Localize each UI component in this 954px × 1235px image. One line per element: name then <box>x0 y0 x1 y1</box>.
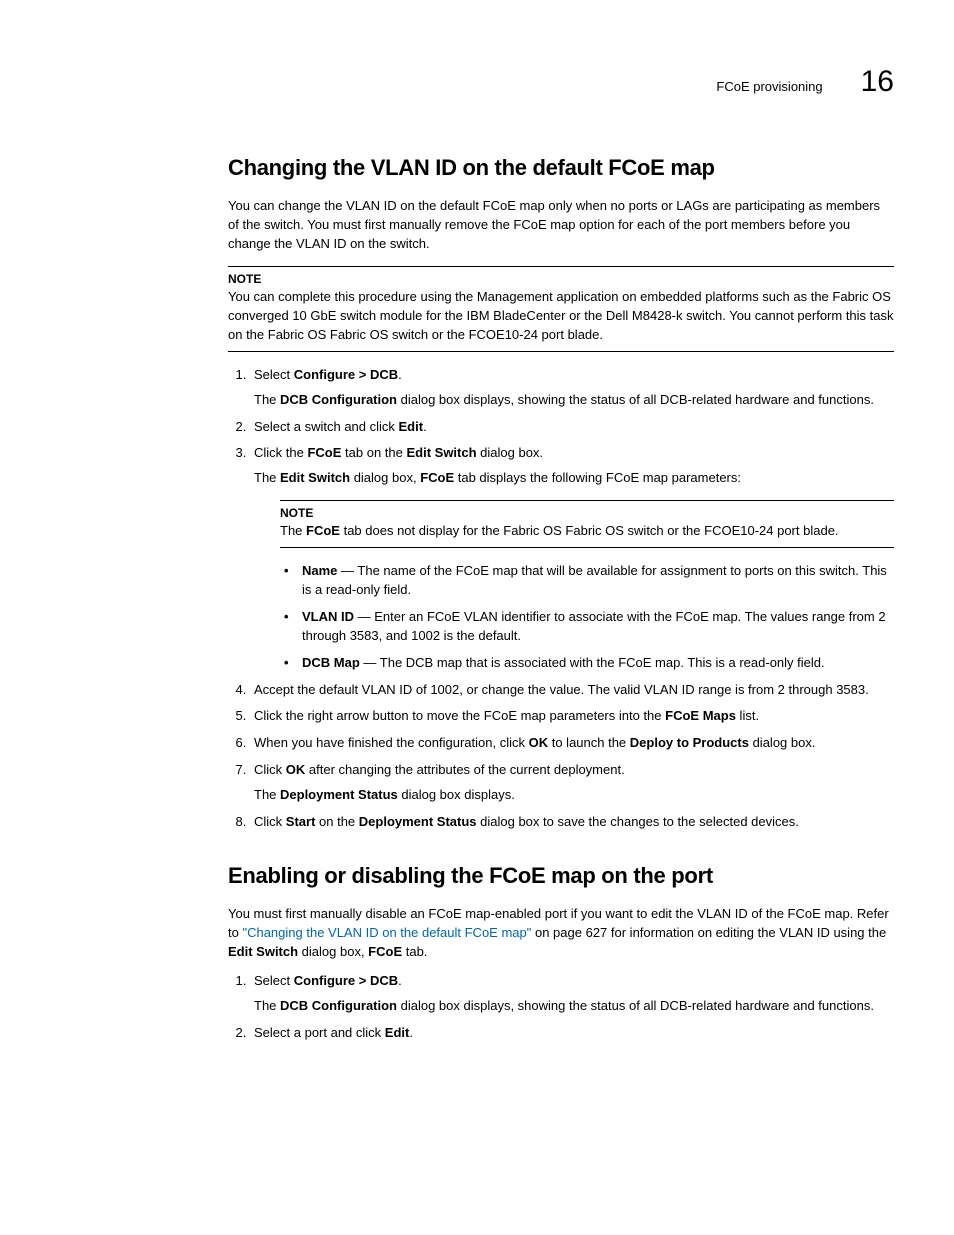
step-bold: Configure > DCB <box>294 973 398 988</box>
cross-reference-link[interactable]: "Changing the VLAN ID on the default FCo… <box>242 925 531 940</box>
t: DCB Configuration <box>280 392 397 407</box>
step-text: dialog box to save the changes to the se… <box>477 814 799 829</box>
t: tab. <box>402 944 427 959</box>
step-text: Click <box>254 814 286 829</box>
step-sub: The Edit Switch dialog box, FCoE tab dis… <box>254 469 894 488</box>
step-text: list. <box>736 708 759 723</box>
list-item: DCB Map — The DCB map that is associated… <box>280 654 894 673</box>
term: DCB Map <box>302 655 360 670</box>
list-item: When you have finished the configuration… <box>250 734 894 753</box>
def: — The name of the FCoE map that will be … <box>302 563 887 597</box>
t: FCoE <box>306 523 340 538</box>
note-title: NOTE <box>228 271 894 288</box>
step-text: Click the right arrow button to move the… <box>254 708 665 723</box>
list-item: Name — The name of the FCoE map that wil… <box>280 562 894 600</box>
bullet-list: Name — The name of the FCoE map that wil… <box>280 562 894 672</box>
step-text: dialog box. <box>477 445 544 460</box>
step-bold: OK <box>529 735 549 750</box>
t: The <box>280 523 306 538</box>
step-text: dialog box. <box>749 735 816 750</box>
step-bold: Deployment Status <box>359 814 477 829</box>
t: dialog box displays, showing the status … <box>397 998 874 1013</box>
step-sub: The DCB Configuration dialog box display… <box>254 391 894 410</box>
def: — Enter an FCoE VLAN identifier to assoc… <box>302 609 886 643</box>
step-text: . <box>423 419 427 434</box>
note-body: You can complete this procedure using th… <box>228 288 894 345</box>
step-text: . <box>398 973 402 988</box>
t: Edit Switch <box>228 944 298 959</box>
step-bold: Deploy to Products <box>630 735 749 750</box>
note-body: The FCoE tab does not display for the Fa… <box>280 522 894 541</box>
chapter-number: 16 <box>861 60 894 104</box>
list-item: Select a port and click Edit. <box>250 1024 894 1043</box>
term: VLAN ID <box>302 609 354 624</box>
note-title: NOTE <box>280 505 894 522</box>
step-text: tab on the <box>341 445 406 460</box>
list-item: Click the right arrow button to move the… <box>250 707 894 726</box>
step-text: Select a switch and click <box>254 419 399 434</box>
term: Name <box>302 563 337 578</box>
note-block: NOTE You can complete this procedure usi… <box>228 266 894 352</box>
step-text: Select <box>254 973 294 988</box>
t: The <box>254 787 280 802</box>
t: dialog box displays. <box>398 787 515 802</box>
t: Edit Switch <box>280 470 350 485</box>
step-sub: The DCB Configuration dialog box display… <box>254 997 894 1016</box>
ordered-steps: Select Configure > DCB. The DCB Configur… <box>228 972 894 1043</box>
def: — The DCB map that is associated with th… <box>360 655 825 670</box>
ordered-steps: Select Configure > DCB. The DCB Configur… <box>228 366 894 832</box>
note-block: NOTE The FCoE tab does not display for t… <box>280 500 894 548</box>
t: on page 627 for information on editing t… <box>531 925 886 940</box>
t: The <box>254 998 280 1013</box>
t: tab does not display for the Fabric OS F… <box>340 523 839 538</box>
list-item: Click OK after changing the attributes o… <box>250 761 894 805</box>
t: DCB Configuration <box>280 998 397 1013</box>
t: The <box>254 392 280 407</box>
t: tab displays the following FCoE map para… <box>454 470 741 485</box>
step-bold: FCoE Maps <box>665 708 736 723</box>
t: dialog box, <box>298 944 368 959</box>
step-text: Click <box>254 762 286 777</box>
step-text: to launch the <box>548 735 630 750</box>
list-item: Select Configure > DCB. The DCB Configur… <box>250 366 894 410</box>
step-text: Click the <box>254 445 307 460</box>
list-item: Accept the default VLAN ID of 1002, or c… <box>250 681 894 700</box>
step-bold: Configure > DCB <box>294 367 398 382</box>
list-item: VLAN ID — Enter an FCoE VLAN identifier … <box>280 608 894 646</box>
page-header: FCoE provisioning 16 <box>228 60 894 104</box>
step-sub: The Deployment Status dialog box display… <box>254 786 894 805</box>
section1-intro: You can change the VLAN ID on the defaul… <box>228 197 894 254</box>
step-bold: OK <box>286 762 306 777</box>
t: FCoE <box>368 944 402 959</box>
list-item: Click the FCoE tab on the Edit Switch di… <box>250 444 894 672</box>
step-bold: Edit <box>385 1025 410 1040</box>
step-text: When you have finished the configuration… <box>254 735 529 750</box>
header-label: FCoE provisioning <box>716 78 822 97</box>
t: Deployment Status <box>280 787 398 802</box>
section-title-enable: Enabling or disabling the FCoE map on th… <box>228 860 894 892</box>
step-text: Select <box>254 367 294 382</box>
step-bold: FCoE <box>307 445 341 460</box>
t: The <box>254 470 280 485</box>
section-title-vlan: Changing the VLAN ID on the default FCoE… <box>228 152 894 184</box>
step-text: on the <box>315 814 358 829</box>
list-item: Select a switch and click Edit. <box>250 418 894 437</box>
step-text: . <box>409 1025 413 1040</box>
section2-intro: You must first manually disable an FCoE … <box>228 905 894 962</box>
t: FCoE <box>420 470 454 485</box>
t: dialog box, <box>350 470 420 485</box>
list-item: Click Start on the Deployment Status dia… <box>250 813 894 832</box>
step-text: after changing the attributes of the cur… <box>305 762 624 777</box>
step-text: Select a port and click <box>254 1025 385 1040</box>
t: dialog box displays, showing the status … <box>397 392 874 407</box>
step-bold: Start <box>286 814 316 829</box>
list-item: Select Configure > DCB. The DCB Configur… <box>250 972 894 1016</box>
step-bold: Edit Switch <box>406 445 476 460</box>
step-text: . <box>398 367 402 382</box>
step-bold: Edit <box>399 419 424 434</box>
